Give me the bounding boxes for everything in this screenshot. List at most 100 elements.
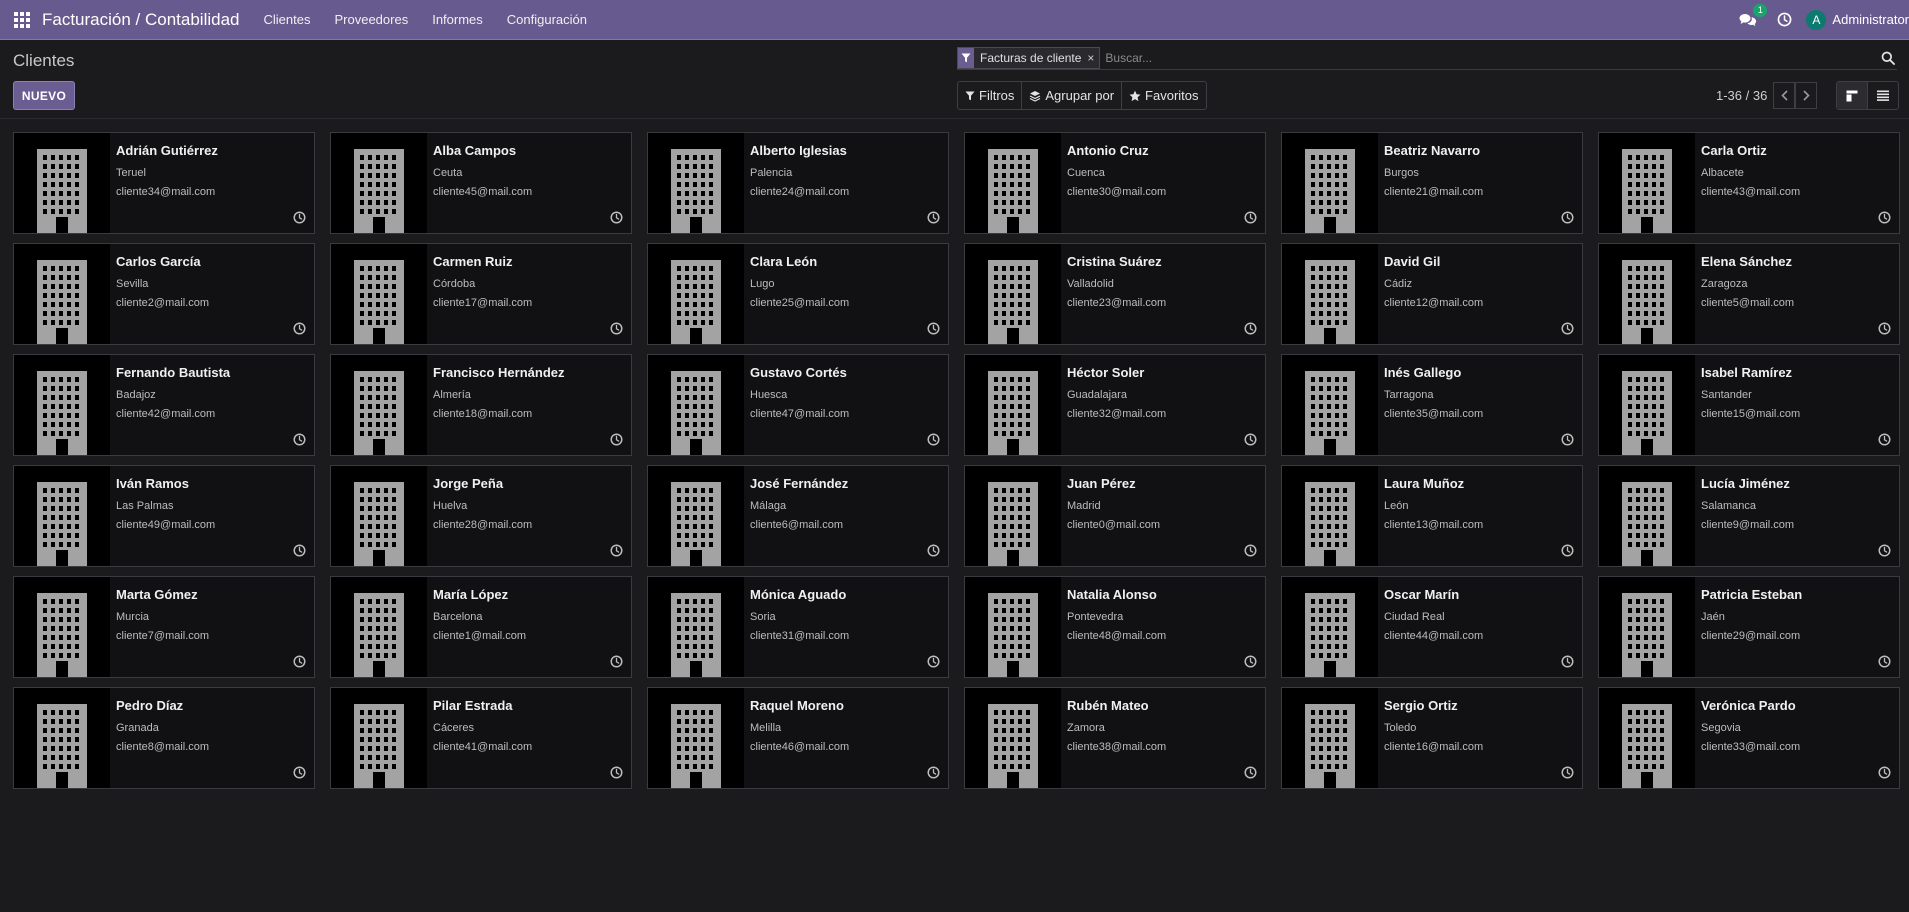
kanban-card[interactable]: Fernando Bautista Badajoz cliente42@mail… bbox=[13, 354, 315, 456]
kanban-view: Adrián Gutiérrez Teruel cliente34@mail.c… bbox=[13, 132, 1900, 789]
menu-item-proveedores[interactable]: Proveedores bbox=[322, 12, 420, 27]
activity-clock-icon[interactable] bbox=[293, 433, 306, 446]
kanban-card[interactable]: Gustavo Cortés Huesca cliente47@mail.com bbox=[647, 354, 949, 456]
group-by-button[interactable]: Agrupar por bbox=[1022, 82, 1123, 109]
menu-item-configuracion[interactable]: Configuración bbox=[495, 12, 599, 27]
kanban-card[interactable]: José Fernández Málaga cliente6@mail.com bbox=[647, 465, 949, 567]
activity-clock-icon[interactable] bbox=[293, 322, 306, 335]
activity-clock-icon[interactable] bbox=[610, 433, 623, 446]
new-button[interactable]: NUEVO bbox=[13, 81, 75, 110]
kanban-card[interactable]: Francisco Hernández Almería cliente18@ma… bbox=[330, 354, 632, 456]
kanban-card[interactable]: Alba Campos Ceuta cliente45@mail.com bbox=[330, 132, 632, 234]
facet-remove-button[interactable]: × bbox=[1087, 51, 1099, 65]
activity-clock-icon[interactable] bbox=[1878, 433, 1891, 446]
menu-item-clientes[interactable]: Clientes bbox=[252, 12, 323, 27]
activity-clock-icon[interactable] bbox=[1244, 655, 1257, 668]
activity-clock-icon[interactable] bbox=[1878, 766, 1891, 779]
kanban-card[interactable]: Héctor Soler Guadalajara cliente32@mail.… bbox=[964, 354, 1266, 456]
activity-clock-icon[interactable] bbox=[1244, 322, 1257, 335]
kanban-card[interactable]: Lucía Jiménez Salamanca cliente9@mail.co… bbox=[1598, 465, 1900, 567]
kanban-card[interactable]: Adrián Gutiérrez Teruel cliente34@mail.c… bbox=[13, 132, 315, 234]
kanban-card[interactable]: Oscar Marín Ciudad Real cliente44@mail.c… bbox=[1281, 576, 1583, 678]
kanban-card[interactable]: Natalia Alonso Pontevedra cliente48@mail… bbox=[964, 576, 1266, 678]
building-icon bbox=[1599, 688, 1695, 788]
activity-clock-icon[interactable] bbox=[1561, 544, 1574, 557]
activities-clock-icon[interactable] bbox=[1777, 12, 1792, 27]
activity-clock-icon[interactable] bbox=[927, 544, 940, 557]
kanban-card[interactable]: Raquel Moreno Melilla cliente46@mail.com bbox=[647, 687, 949, 789]
kanban-card[interactable]: Carla Ortiz Albacete cliente43@mail.com bbox=[1598, 132, 1900, 234]
activity-clock-icon[interactable] bbox=[1878, 322, 1891, 335]
kanban-card[interactable]: Isabel Ramírez Santander cliente15@mail.… bbox=[1598, 354, 1900, 456]
activity-clock-icon[interactable] bbox=[927, 211, 940, 224]
activity-clock-icon[interactable] bbox=[927, 766, 940, 779]
pager-previous-button[interactable] bbox=[1773, 82, 1796, 109]
pager-value[interactable]: 1-36 / 36 bbox=[1716, 88, 1767, 103]
customer-city: Murcia bbox=[116, 611, 150, 623]
kanban-card[interactable]: David Gil Cádiz cliente12@mail.com bbox=[1281, 243, 1583, 345]
activity-clock-icon[interactable] bbox=[610, 544, 623, 557]
card-body: María López Barcelona cliente1@mail.com bbox=[427, 577, 526, 677]
activity-clock-icon[interactable] bbox=[1561, 655, 1574, 668]
activity-clock-icon[interactable] bbox=[610, 322, 623, 335]
user-menu-name[interactable]: Administrator bbox=[1832, 12, 1909, 27]
kanban-card[interactable]: Mónica Aguado Soria cliente31@mail.com bbox=[647, 576, 949, 678]
activity-clock-icon[interactable] bbox=[1878, 544, 1891, 557]
activity-clock-icon[interactable] bbox=[293, 544, 306, 557]
kanban-card[interactable]: Iván Ramos Las Palmas cliente49@mail.com bbox=[13, 465, 315, 567]
favorites-button[interactable]: Favoritos bbox=[1122, 82, 1205, 109]
activity-clock-icon[interactable] bbox=[1561, 211, 1574, 224]
kanban-view-button[interactable] bbox=[1837, 82, 1867, 109]
activity-clock-icon[interactable] bbox=[1878, 655, 1891, 668]
avatar[interactable]: A bbox=[1806, 9, 1827, 30]
app-title[interactable]: Facturación / Contabilidad bbox=[42, 10, 240, 30]
kanban-card[interactable]: Alberto Iglesias Palencia cliente24@mail… bbox=[647, 132, 949, 234]
kanban-card[interactable]: Marta Gómez Murcia cliente7@mail.com bbox=[13, 576, 315, 678]
activity-clock-icon[interactable] bbox=[1244, 766, 1257, 779]
activity-clock-icon[interactable] bbox=[1244, 544, 1257, 557]
activity-clock-icon[interactable] bbox=[610, 211, 623, 224]
kanban-card[interactable]: Inés Gallego Tarragona cliente35@mail.co… bbox=[1281, 354, 1583, 456]
kanban-card[interactable]: Jorge Peña Huelva cliente28@mail.com bbox=[330, 465, 632, 567]
activity-clock-icon[interactable] bbox=[927, 433, 940, 446]
activity-clock-icon[interactable] bbox=[1244, 211, 1257, 224]
kanban-card[interactable]: Cristina Suárez Valladolid cliente23@mai… bbox=[964, 243, 1266, 345]
activity-clock-icon[interactable] bbox=[610, 655, 623, 668]
kanban-card[interactable]: Clara León Lugo cliente25@mail.com bbox=[647, 243, 949, 345]
kanban-card[interactable]: Sergio Ortiz Toledo cliente16@mail.com bbox=[1281, 687, 1583, 789]
activity-clock-icon[interactable] bbox=[293, 655, 306, 668]
kanban-card[interactable]: Rubén Mateo Zamora cliente38@mail.com bbox=[964, 687, 1266, 789]
activity-clock-icon[interactable] bbox=[1561, 322, 1574, 335]
search-input[interactable] bbox=[1100, 47, 1881, 69]
activity-clock-icon[interactable] bbox=[927, 322, 940, 335]
kanban-card[interactable]: Patricia Esteban Jaén cliente29@mail.com bbox=[1598, 576, 1900, 678]
activity-clock-icon[interactable] bbox=[1561, 766, 1574, 779]
customer-name: Marta Gómez bbox=[116, 587, 198, 602]
kanban-card[interactable]: Beatriz Navarro Burgos cliente21@mail.co… bbox=[1281, 132, 1583, 234]
kanban-card[interactable]: Antonio Cruz Cuenca cliente30@mail.com bbox=[964, 132, 1266, 234]
activity-clock-icon[interactable] bbox=[293, 766, 306, 779]
kanban-card[interactable]: Pilar Estrada Cáceres cliente41@mail.com bbox=[330, 687, 632, 789]
kanban-card[interactable]: Elena Sánchez Zaragoza cliente5@mail.com bbox=[1598, 243, 1900, 345]
kanban-card[interactable]: Juan Pérez Madrid cliente0@mail.com bbox=[964, 465, 1266, 567]
kanban-card[interactable]: Verónica Pardo Segovia cliente33@mail.co… bbox=[1598, 687, 1900, 789]
apps-grid-icon[interactable] bbox=[14, 11, 30, 28]
activity-clock-icon[interactable] bbox=[1244, 433, 1257, 446]
activity-clock-icon[interactable] bbox=[293, 211, 306, 224]
chat-icon[interactable]: 1 bbox=[1739, 3, 1768, 27]
activity-clock-icon[interactable] bbox=[927, 655, 940, 668]
list-view-button[interactable] bbox=[1867, 82, 1898, 109]
search-icon[interactable] bbox=[1881, 51, 1895, 65]
kanban-card[interactable]: María López Barcelona cliente1@mail.com bbox=[330, 576, 632, 678]
kanban-card[interactable]: Pedro Díaz Granada cliente8@mail.com bbox=[13, 687, 315, 789]
activity-clock-icon[interactable] bbox=[1878, 211, 1891, 224]
kanban-card[interactable]: Laura Muñoz León cliente13@mail.com bbox=[1281, 465, 1583, 567]
customer-city: Valladolid bbox=[1067, 278, 1114, 290]
kanban-card[interactable]: Carlos García Sevilla cliente2@mail.com bbox=[13, 243, 315, 345]
activity-clock-icon[interactable] bbox=[610, 766, 623, 779]
menu-item-informes[interactable]: Informes bbox=[420, 12, 495, 27]
kanban-card[interactable]: Carmen Ruiz Córdoba cliente17@mail.com bbox=[330, 243, 632, 345]
activity-clock-icon[interactable] bbox=[1561, 433, 1574, 446]
filters-button[interactable]: Filtros bbox=[958, 82, 1023, 109]
pager-next-button[interactable] bbox=[1795, 82, 1818, 109]
